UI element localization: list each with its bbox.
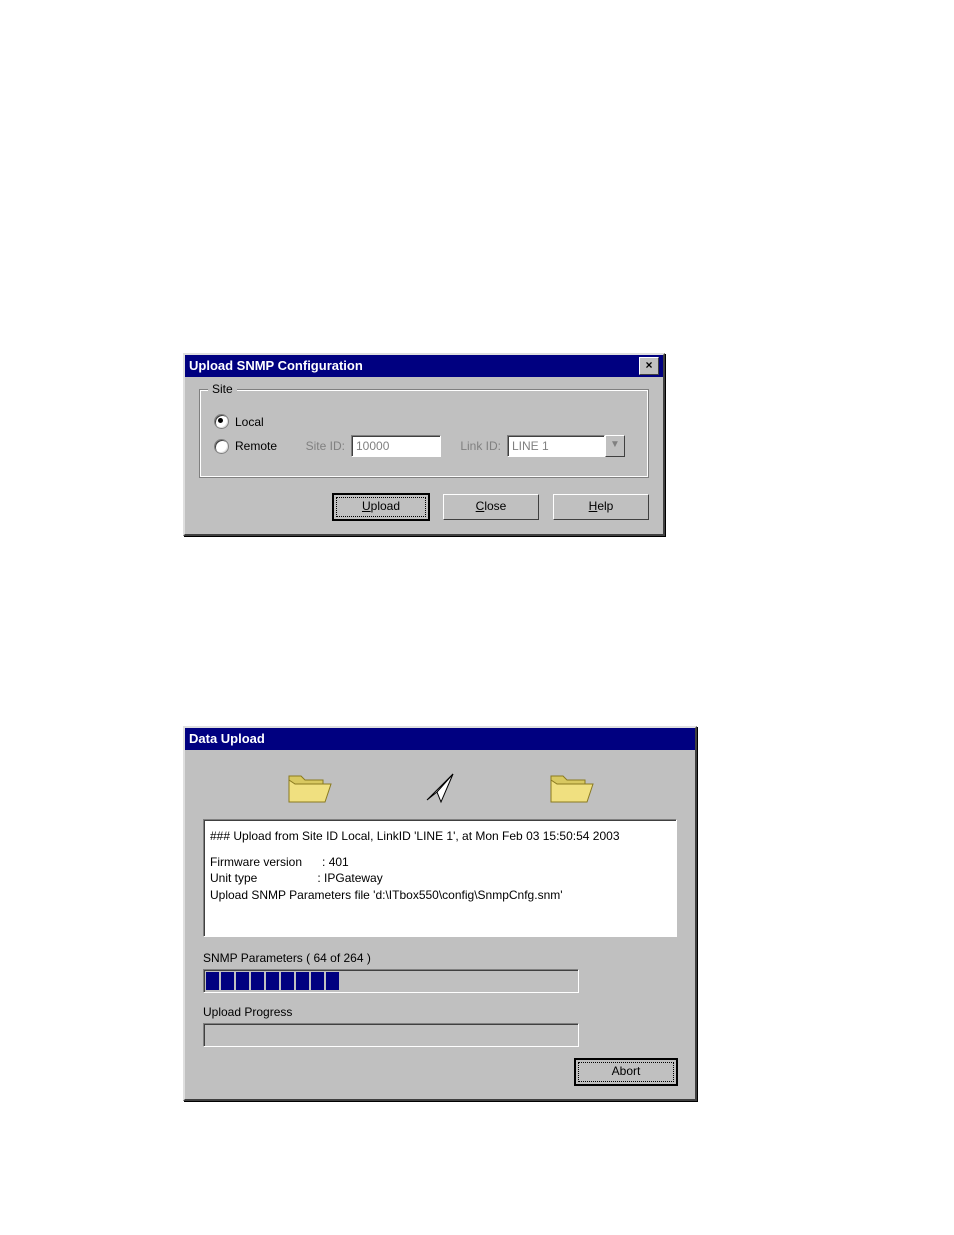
snmp-progress-bar xyxy=(203,969,579,993)
paper-plane-icon xyxy=(425,770,455,809)
remote-radio-label: Remote xyxy=(235,439,295,453)
log-line: Upload SNMP Parameters file 'd:\ITbox550… xyxy=(210,887,670,903)
dialog-title: Upload SNMP Configuration xyxy=(189,355,363,377)
site-id-label: Site ID: xyxy=(295,439,345,453)
upload-snmp-config-dialog: Upload SNMP Configuration × Site Local R… xyxy=(183,353,665,536)
dialog-title: Data Upload xyxy=(189,728,265,750)
data-upload-dialog: Data Upload xyxy=(183,726,697,1101)
link-id-dropdown: LINE 1 ▼ xyxy=(507,435,625,457)
chevron-down-icon: ▼ xyxy=(605,435,625,457)
log-line: Firmware version : 401 xyxy=(210,854,670,870)
titlebar: Data Upload xyxy=(185,728,695,750)
link-id-label: Link ID: xyxy=(441,439,501,453)
link-id-value: LINE 1 xyxy=(507,435,605,457)
upload-log: ### Upload from Site ID Local, LinkID 'L… xyxy=(203,819,677,937)
close-icon[interactable]: × xyxy=(639,357,659,375)
group-label: Site xyxy=(208,382,237,396)
site-id-field: 10000 xyxy=(351,435,441,457)
folder-open-icon xyxy=(285,768,333,811)
close-button[interactable]: Close xyxy=(443,494,539,520)
folder-open-icon xyxy=(547,768,595,811)
titlebar: Upload SNMP Configuration × xyxy=(185,355,663,377)
help-button[interactable]: Help xyxy=(553,494,649,520)
site-group: Site Local Remote Site ID: 10000 Link ID… xyxy=(199,389,649,478)
upload-progress-bar xyxy=(203,1023,579,1047)
icon-bar xyxy=(199,756,681,819)
abort-button[interactable]: Abort xyxy=(575,1059,677,1085)
upload-button[interactable]: Upload xyxy=(333,494,429,520)
local-radio-label: Local xyxy=(235,415,264,429)
local-radio[interactable] xyxy=(214,414,229,429)
log-line: Unit type : IPGateway xyxy=(210,870,670,886)
log-line: ### Upload from Site ID Local, LinkID 'L… xyxy=(210,828,670,844)
remote-radio[interactable] xyxy=(214,439,229,454)
upload-progress-label: Upload Progress xyxy=(203,1005,677,1019)
snmp-progress-label: SNMP Parameters ( 64 of 264 ) xyxy=(203,951,677,965)
